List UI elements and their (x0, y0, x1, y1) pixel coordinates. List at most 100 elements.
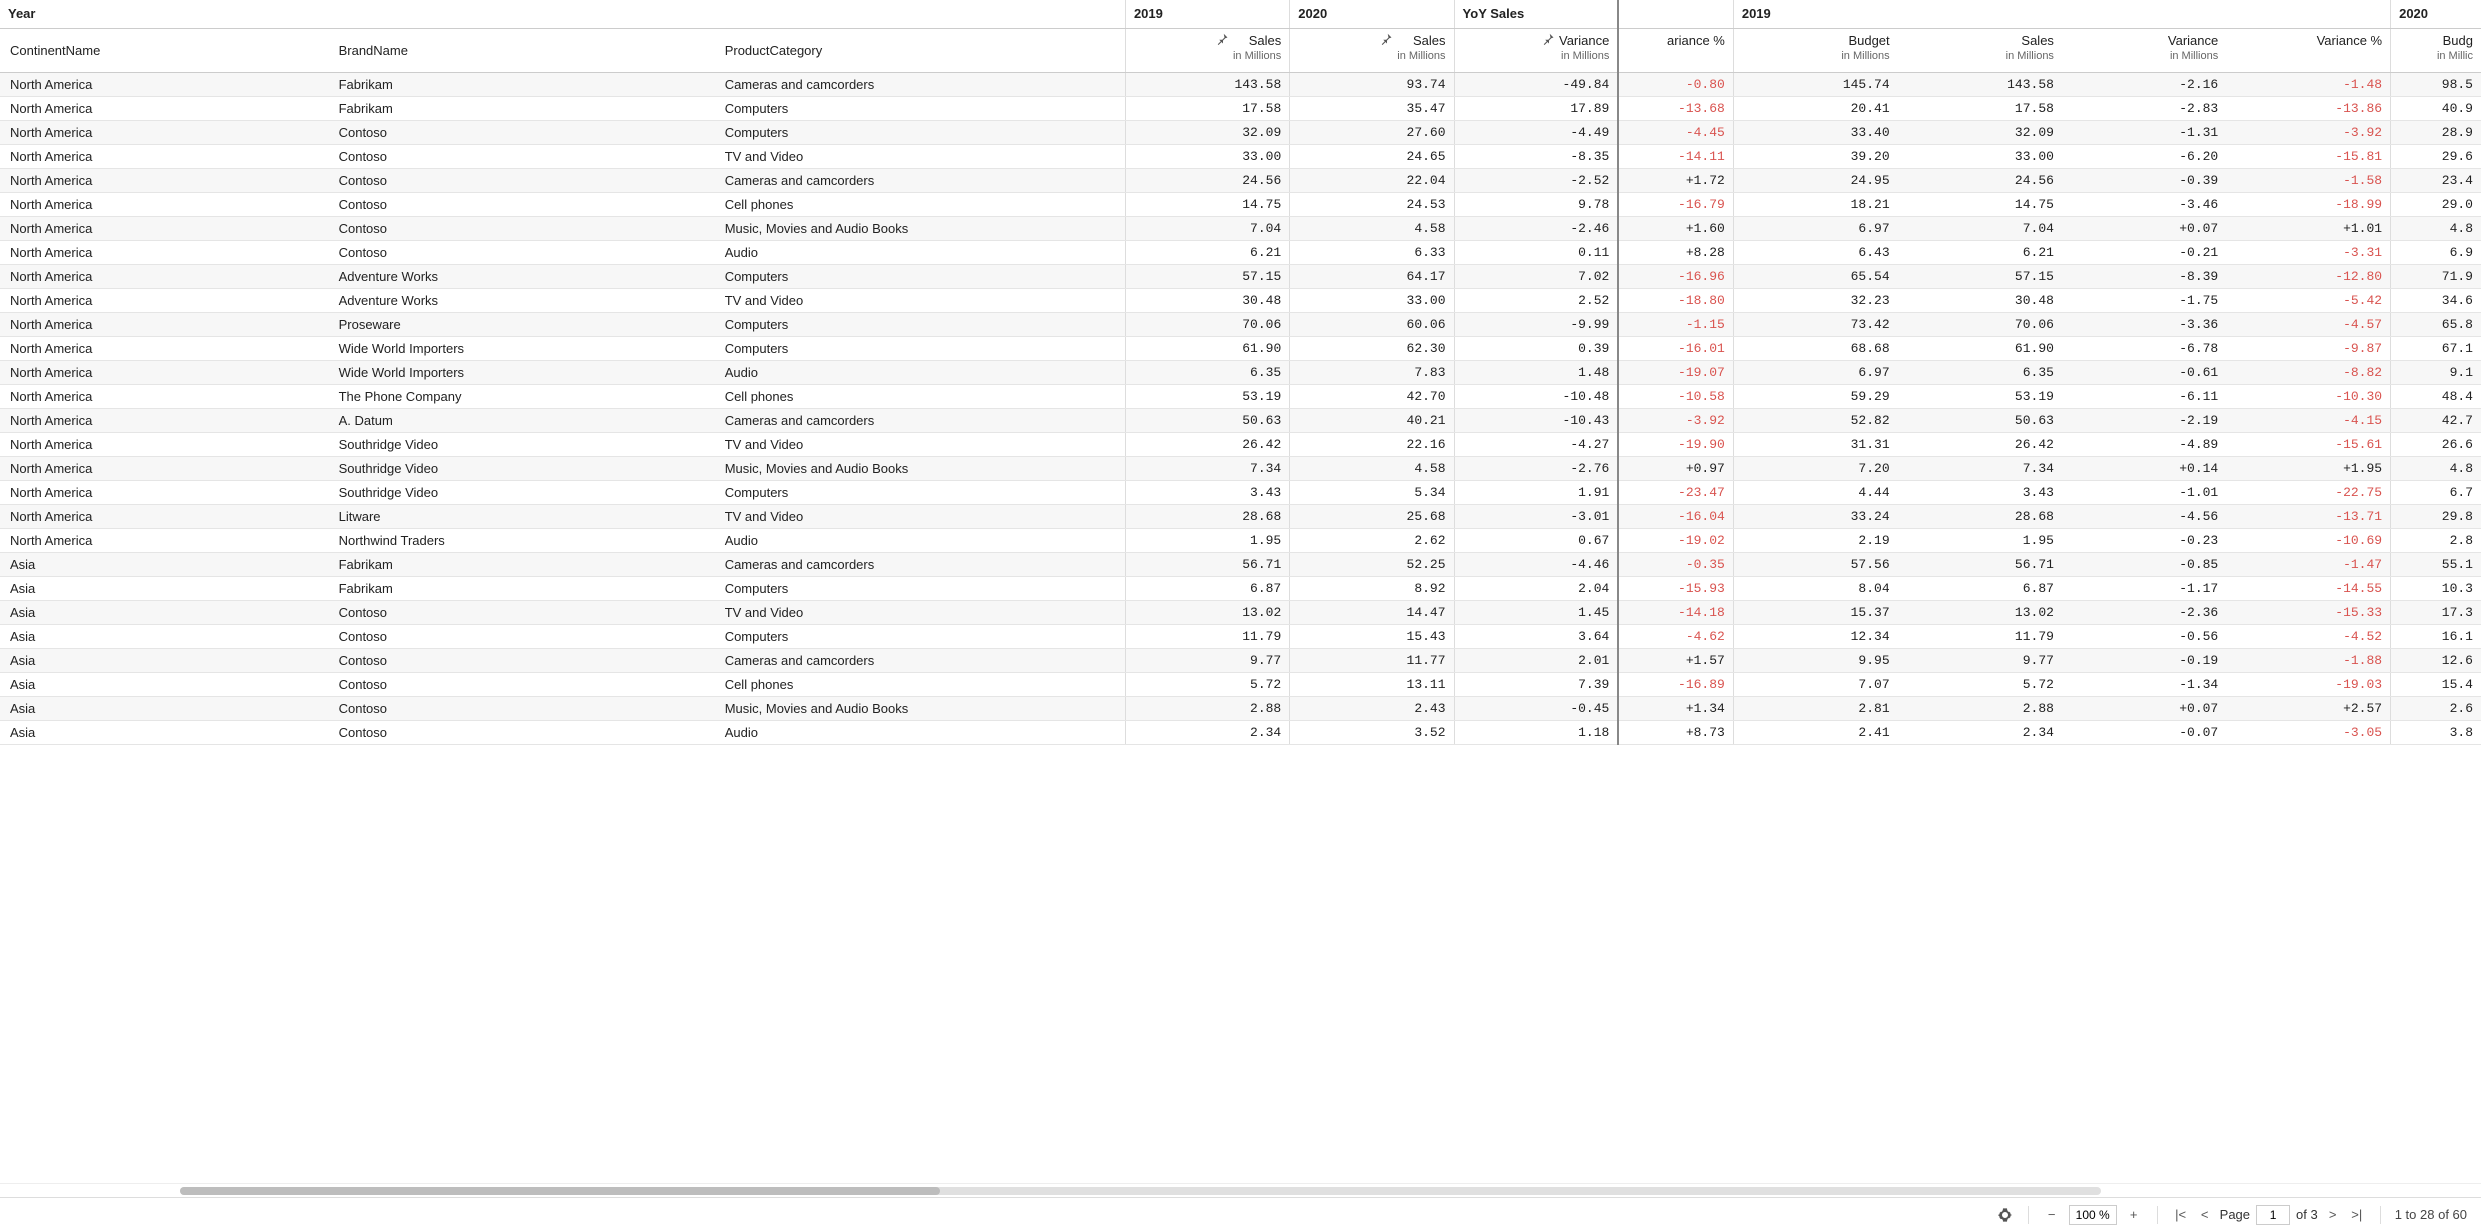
col-sales-2020[interactable]: Salesin Millions (1290, 28, 1454, 72)
cell-b20: 6.9 (2391, 240, 2481, 264)
cell-s19: 2.34 (1125, 720, 1289, 744)
cell-bud19: 57.56 (1733, 552, 1897, 576)
col-budg-2020-cut[interactable]: Budgin Millic (2391, 28, 2481, 72)
table-row[interactable]: AsiaContosoTV and Video13.0214.471.45-14… (0, 600, 2481, 624)
table-row[interactable]: AsiaFabrikamCameras and camcorders56.715… (0, 552, 2481, 576)
last-page-icon[interactable]: >| (2348, 1206, 2366, 1224)
table-row[interactable]: AsiaContosoCell phones5.7213.117.39-16.8… (0, 672, 2481, 696)
col-yoy-var[interactable]: Variancein Millions (1454, 28, 1618, 72)
zoom-out-icon[interactable]: − (2043, 1206, 2061, 1224)
cell-sal19: 9.77 (1898, 648, 2062, 672)
table-row[interactable]: North AmericaContosoComputers32.0927.60-… (0, 120, 2481, 144)
col-budget-2019[interactable]: Budgetin Millions (1733, 28, 1897, 72)
table-row[interactable]: North AmericaFabrikamCameras and camcord… (0, 72, 2481, 96)
page-input[interactable] (2256, 1205, 2290, 1225)
table-row[interactable]: North AmericaSouthridge VideoComputers3.… (0, 480, 2481, 504)
cell-s20: 42.70 (1290, 384, 1454, 408)
table-row[interactable]: AsiaFabrikamComputers6.878.922.04-15.938… (0, 576, 2481, 600)
cell-c: North America (0, 528, 329, 552)
cell-s19: 14.75 (1125, 192, 1289, 216)
table-row[interactable]: North AmericaContosoMusic, Movies and Au… (0, 216, 2481, 240)
cell-s19: 30.48 (1125, 288, 1289, 312)
cell-s20: 6.33 (1290, 240, 1454, 264)
table-row[interactable]: North AmericaContosoAudio6.216.330.11+8.… (0, 240, 2481, 264)
group-2020[interactable]: 2020 (1290, 0, 1454, 28)
cell-b: Contoso (329, 240, 715, 264)
table-row[interactable]: North AmericaProsewareComputers70.0660.0… (0, 312, 2481, 336)
cell-s20: 5.34 (1290, 480, 1454, 504)
cell-yoy: 1.91 (1454, 480, 1618, 504)
table-row[interactable]: AsiaContosoMusic, Movies and Audio Books… (0, 696, 2481, 720)
table-row[interactable]: North AmericaThe Phone CompanyCell phone… (0, 384, 2481, 408)
cell-yoypct: -1.15 (1618, 312, 1733, 336)
col-sales-2019b[interactable]: Salesin Millions (1898, 28, 2062, 72)
table-row[interactable]: AsiaContosoCameras and camcorders9.7711.… (0, 648, 2481, 672)
table-row[interactable]: North AmericaWide World ImportersAudio6.… (0, 360, 2481, 384)
table-row[interactable]: North AmericaWide World ImportersCompute… (0, 336, 2481, 360)
cell-s19: 28.68 (1125, 504, 1289, 528)
col-sales-2019[interactable]: Salesin Millions (1125, 28, 1289, 72)
cell-p: Computers (715, 264, 1126, 288)
cell-yoy: 2.52 (1454, 288, 1618, 312)
cell-var19: -0.61 (2062, 360, 2226, 384)
zoom-input[interactable] (2069, 1205, 2117, 1225)
cell-c: Asia (0, 624, 329, 648)
cell-yoypct: -19.07 (1618, 360, 1733, 384)
cell-p: Audio (715, 240, 1126, 264)
col-varpct-2019[interactable]: Variance % (2226, 28, 2390, 72)
table-row[interactable]: North AmericaA. DatumCameras and camcord… (0, 408, 2481, 432)
cell-p: Music, Movies and Audio Books (715, 216, 1126, 240)
cell-b20: 65.8 (2391, 312, 2481, 336)
cell-yoypct: -14.18 (1618, 600, 1733, 624)
cell-s20: 4.58 (1290, 216, 1454, 240)
table-row[interactable]: North AmericaNorthwind TradersAudio1.952… (0, 528, 2481, 552)
table-row[interactable]: AsiaContosoComputers11.7915.433.64-4.621… (0, 624, 2481, 648)
pin-icon[interactable] (1377, 33, 1393, 48)
table-row[interactable]: North AmericaContosoCameras and camcorde… (0, 168, 2481, 192)
pin-icon[interactable] (1213, 33, 1229, 48)
col-continent[interactable]: ContinentName (0, 28, 329, 72)
gear-icon[interactable] (1996, 1206, 2014, 1224)
cell-varp19: -3.05 (2226, 720, 2390, 744)
next-page-icon[interactable]: > (2324, 1206, 2342, 1224)
cell-s20: 8.92 (1290, 576, 1454, 600)
table-row[interactable]: North AmericaContosoTV and Video33.0024.… (0, 144, 2481, 168)
table-row[interactable]: North AmericaAdventure WorksTV and Video… (0, 288, 2481, 312)
col-brand[interactable]: BrandName (329, 28, 715, 72)
horizontal-scrollbar[interactable] (0, 1183, 2481, 1197)
cell-s20: 40.21 (1290, 408, 1454, 432)
cell-s20: 25.68 (1290, 504, 1454, 528)
col-product[interactable]: ProductCategory (715, 28, 1126, 72)
cell-sal19: 57.15 (1898, 264, 2062, 288)
table-row[interactable]: North AmericaLitwareTV and Video28.6825.… (0, 504, 2481, 528)
table-row[interactable]: North AmericaSouthridge VideoTV and Vide… (0, 432, 2481, 456)
col-var-2019[interactable]: Variancein Millions (2062, 28, 2226, 72)
cell-b: Fabrikam (329, 552, 715, 576)
cell-s20: 15.43 (1290, 624, 1454, 648)
measure-label: ariance % (1667, 33, 1725, 48)
prev-page-icon[interactable]: < (2196, 1206, 2214, 1224)
cell-s20: 60.06 (1290, 312, 1454, 336)
table-row[interactable]: North AmericaSouthridge VideoMusic, Movi… (0, 456, 2481, 480)
cell-sal19: 28.68 (1898, 504, 2062, 528)
first-page-icon[interactable]: |< (2172, 1206, 2190, 1224)
table-row[interactable]: North AmericaContosoCell phones14.7524.5… (0, 192, 2481, 216)
group-2019[interactable]: 2019 (1125, 0, 1289, 28)
cell-c: North America (0, 144, 329, 168)
group-2020b[interactable]: 2020 (2391, 0, 2481, 28)
group-2019b[interactable]: 2019 (1733, 0, 2390, 28)
cell-p: TV and Video (715, 432, 1126, 456)
table-row[interactable]: AsiaContosoAudio2.343.521.18+8.732.412.3… (0, 720, 2481, 744)
table-row[interactable]: North AmericaFabrikamComputers17.5835.47… (0, 96, 2481, 120)
cell-yoypct: -16.79 (1618, 192, 1733, 216)
table-row[interactable]: North AmericaAdventure WorksComputers57.… (0, 264, 2481, 288)
data-grid[interactable]: Year 2019 2020 YoY Sales 2019 2020 Conti… (0, 0, 2481, 1183)
pin-icon[interactable] (1539, 33, 1555, 48)
group-yoy[interactable]: YoY Sales (1454, 0, 1618, 28)
cell-bud19: 7.07 (1733, 672, 1897, 696)
total-pages: of 3 (2296, 1207, 2318, 1222)
cell-bud19: 18.21 (1733, 192, 1897, 216)
zoom-in-icon[interactable]: + (2125, 1206, 2143, 1224)
cell-b: Contoso (329, 624, 715, 648)
col-yoy-pct-cut[interactable]: ariance % (1618, 28, 1733, 72)
